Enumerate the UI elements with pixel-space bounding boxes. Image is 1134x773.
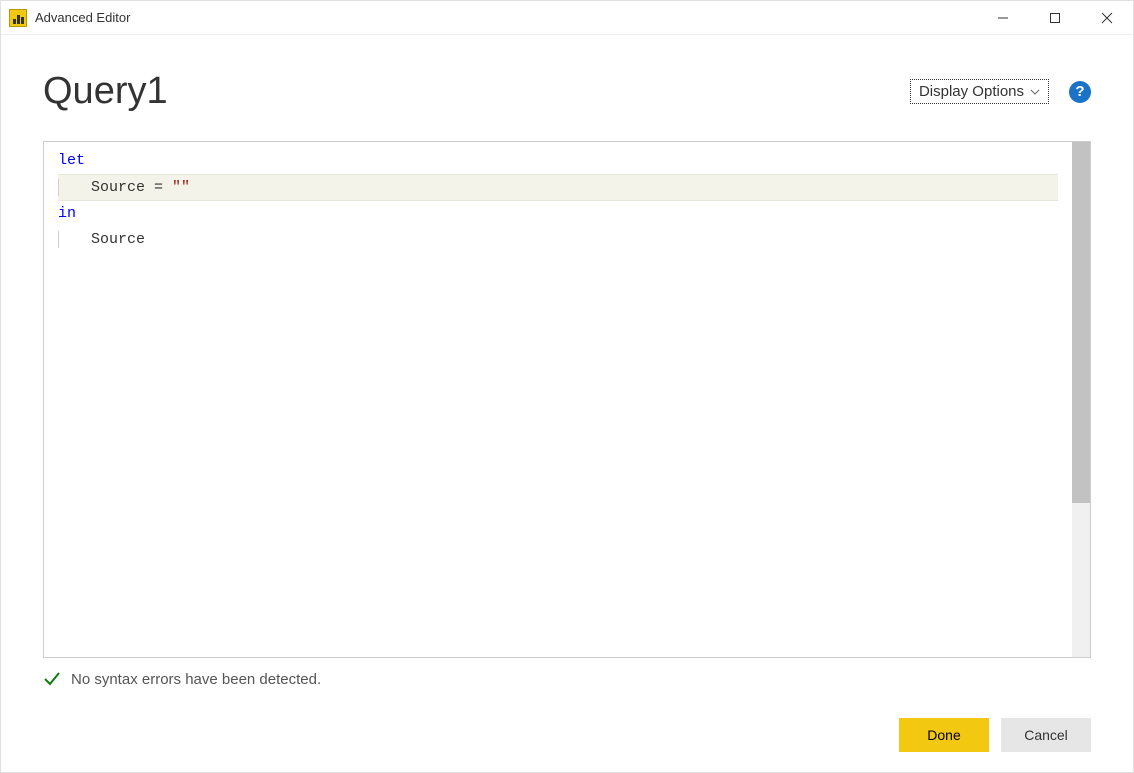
code-string-empty: "" — [172, 179, 190, 196]
close-icon — [1101, 12, 1113, 24]
status-message: No syntax errors have been detected. — [71, 671, 321, 688]
maximize-button[interactable] — [1029, 1, 1081, 34]
code-editor[interactable]: let Source = "" in Source — [43, 141, 1091, 658]
done-button[interactable]: Done — [899, 718, 989, 752]
scrollbar-thumb[interactable] — [1072, 142, 1090, 503]
scrollbar-vertical[interactable] — [1072, 142, 1090, 657]
close-button[interactable] — [1081, 1, 1133, 34]
header-controls: Display Options ? — [910, 79, 1091, 104]
status-row: No syntax errors have been detected. — [43, 670, 1091, 688]
cancel-button[interactable]: Cancel — [1001, 718, 1091, 752]
window-controls — [977, 1, 1133, 34]
content-area: Query1 Display Options ? let Source = "" i… — [1, 35, 1133, 772]
minimize-icon — [997, 12, 1009, 24]
code-return-source: Source — [91, 231, 145, 248]
window-title: Advanced Editor — [35, 10, 977, 25]
display-options-dropdown[interactable]: Display Options — [910, 79, 1049, 104]
help-button[interactable]: ? — [1069, 81, 1091, 103]
header-row: Query1 Display Options ? — [43, 70, 1091, 113]
code-keyword-in: in — [58, 205, 76, 222]
minimize-button[interactable] — [977, 1, 1029, 34]
query-title: Query1 — [43, 70, 168, 113]
code-op-equals: = — [145, 179, 172, 196]
checkmark-icon — [43, 670, 61, 688]
app-icon — [9, 9, 27, 27]
chevron-down-icon — [1030, 87, 1040, 97]
code-var-source: Source — [91, 179, 145, 196]
editor-content[interactable]: let Source = "" in Source — [44, 142, 1072, 657]
button-row: Done Cancel — [43, 718, 1091, 752]
display-options-label: Display Options — [919, 83, 1024, 100]
help-icon: ? — [1075, 83, 1084, 100]
code-keyword-let: let — [58, 152, 85, 169]
title-bar: Advanced Editor — [1, 1, 1133, 35]
maximize-icon — [1049, 12, 1061, 24]
